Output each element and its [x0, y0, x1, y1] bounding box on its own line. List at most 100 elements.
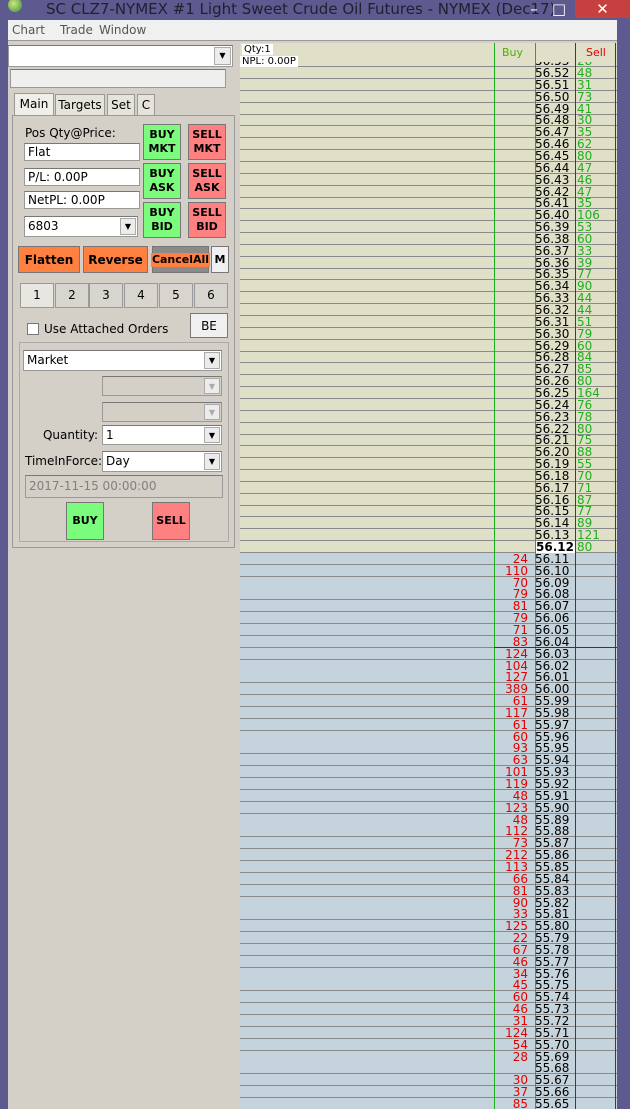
- ladder-row[interactable]: 56.50 73: [240, 91, 617, 103]
- ladder-row[interactable]: 85 55.65: [240, 1097, 617, 1109]
- price-cell: 56.23: [535, 409, 570, 424]
- tab-set[interactable]: Set: [107, 94, 135, 116]
- bid-size-cell[interactable]: 54: [494, 1039, 528, 1051]
- close-button[interactable]: ✕: [575, 0, 630, 18]
- good-till-datetime-field: 2017-11-15 00:00:00: [25, 475, 223, 498]
- window-title: SC CLZ7-NYMEX #1 Light Sweet Crude Oil F…: [46, 0, 556, 18]
- ask-size-cell[interactable]: 80: [577, 541, 615, 553]
- label: ASK: [149, 181, 175, 194]
- ask-size-cell[interactable]: 71: [577, 482, 615, 494]
- ladder-row[interactable]: 83 56.04: [240, 634, 617, 649]
- bid-size-cell[interactable]: 85: [494, 1098, 528, 1109]
- price-cell: 56.10: [535, 563, 570, 578]
- ladder-right-border: [615, 43, 616, 1109]
- ladder-row[interactable]: 56.17 71: [240, 482, 617, 494]
- reverse-button[interactable]: Reverse: [83, 246, 148, 273]
- ask-size-cell[interactable]: 73: [577, 91, 615, 103]
- ladder-row[interactable]: 66 55.84: [240, 871, 617, 886]
- menu-trade[interactable]: Trade: [60, 23, 93, 37]
- menu-chart[interactable]: Chart: [12, 23, 45, 37]
- ladder-row[interactable]: 54 55.70: [240, 1038, 617, 1051]
- sell-button[interactable]: SELL: [152, 502, 190, 540]
- bid-size-cell[interactable]: 123: [494, 802, 528, 814]
- account-select[interactable]: 6803 ▼: [24, 216, 138, 237]
- price-cell: 56.44: [535, 160, 570, 175]
- app-globe-icon: [8, 0, 22, 12]
- ladder-row[interactable]: 61 55.97: [240, 718, 617, 731]
- ladder-row[interactable]: 81 55.83: [240, 883, 617, 898]
- ladder-row[interactable]: 56.43 46: [240, 174, 617, 186]
- use-attached-orders-checkbox[interactable]: [27, 323, 39, 335]
- ladder-row[interactable]: 56.44 47: [240, 162, 617, 174]
- ladder-row[interactable]: 110 56.10: [240, 563, 617, 578]
- chevron-down-icon[interactable]: ▼: [204, 352, 220, 369]
- label: BUY: [149, 206, 175, 219]
- buy-ask-button[interactable]: BUY ASK: [143, 163, 181, 199]
- time-in-force-select[interactable]: Day ▼: [102, 451, 222, 472]
- ask-size-cell[interactable]: 46: [577, 174, 615, 186]
- sell-bid-button[interactable]: SELL BID: [188, 202, 226, 238]
- price-cell: 55.84: [535, 871, 570, 886]
- bid-size-cell[interactable]: 28: [494, 1051, 528, 1063]
- flatten-button[interactable]: Flatten: [18, 246, 80, 273]
- ladder-row[interactable]: 46 55.77: [240, 955, 617, 968]
- bid-size-cell[interactable]: 124: [494, 648, 528, 660]
- chevron-down-icon[interactable]: ▼: [120, 218, 136, 235]
- menu-window[interactable]: Window: [99, 23, 146, 37]
- sell-ask-button[interactable]: SELL ASK: [188, 163, 226, 199]
- tab-targets[interactable]: Targets: [55, 94, 105, 116]
- buy-market-button[interactable]: BUY MKT: [143, 124, 181, 160]
- ladder-row[interactable]: 56.37 33: [240, 245, 617, 257]
- preset-1-button[interactable]: 1: [20, 283, 54, 308]
- chevron-down-icon[interactable]: ▼: [214, 47, 231, 65]
- label: BUY: [149, 128, 175, 141]
- bid-size-cell[interactable]: 110: [494, 565, 528, 577]
- ask-size-cell[interactable]: 47: [577, 162, 615, 174]
- ladder-row[interactable]: 56.30 79: [240, 328, 617, 340]
- chevron-down-icon[interactable]: ▼: [204, 453, 220, 470]
- ask-size-cell[interactable]: 33: [577, 245, 615, 257]
- bid-size-cell[interactable]: 61: [494, 719, 528, 731]
- tab-c[interactable]: C: [137, 94, 155, 116]
- quantity-select[interactable]: 1 ▼: [102, 425, 222, 445]
- ask-size-cell[interactable]: 79: [577, 328, 615, 340]
- be-button[interactable]: BE: [190, 313, 228, 338]
- ask-size-cell[interactable]: 76: [577, 399, 615, 411]
- use-attached-orders-label: Use Attached Orders: [44, 322, 169, 336]
- quantity-value: 1: [106, 428, 114, 442]
- minimize-button[interactable]: –: [523, 0, 545, 18]
- sell-column-header[interactable]: Sell: [586, 46, 606, 59]
- bid-size-cell[interactable]: 46: [494, 956, 528, 968]
- m-button[interactable]: M: [211, 246, 229, 273]
- price-cell: 56.43: [535, 172, 570, 187]
- buy-bid-button[interactable]: BUY BID: [143, 202, 181, 238]
- price-cell: 56.50: [535, 89, 570, 104]
- maximize-button[interactable]: □: [548, 0, 570, 18]
- buy-button[interactable]: BUY: [66, 502, 104, 540]
- preset-6-button[interactable]: 6: [194, 283, 228, 308]
- preset-3-button[interactable]: 3: [89, 283, 123, 308]
- preset-5-button[interactable]: 5: [159, 283, 193, 308]
- ladder-row[interactable]: 124 56.03: [240, 647, 617, 660]
- ladder-row[interactable]: 123 55.90: [240, 801, 617, 814]
- order-type-select[interactable]: Market ▼: [23, 350, 222, 371]
- preset-2-button[interactable]: 2: [55, 283, 89, 308]
- price-cell: 56.04: [535, 634, 570, 649]
- ladder-row[interactable]: 56.24 76: [240, 399, 617, 411]
- preset-4-button[interactable]: 4: [124, 283, 158, 308]
- ladder-row[interactable]: 56.23 78: [240, 411, 617, 423]
- label: MKT: [148, 142, 176, 155]
- cancel-all-button[interactable]: CancelAll: [150, 246, 211, 273]
- buy-column-header[interactable]: Buy: [502, 46, 523, 59]
- price-ladder[interactable]: 56.532856.524856.513156.507356.494156.48…: [240, 43, 617, 1109]
- bid-size-cell[interactable]: 66: [494, 873, 528, 885]
- sell-market-button[interactable]: SELL MKT: [188, 124, 226, 160]
- bid-size-cell[interactable]: 81: [494, 885, 528, 897]
- ask-size-cell[interactable]: 78: [577, 411, 615, 423]
- tab-main[interactable]: Main: [14, 93, 54, 116]
- chevron-down-icon[interactable]: ▼: [204, 427, 220, 443]
- bid-size-cell[interactable]: 83: [494, 636, 528, 648]
- price-cell: 55.83: [535, 883, 570, 898]
- symbol-select[interactable]: [8, 45, 233, 67]
- position-field: Flat: [24, 143, 140, 161]
